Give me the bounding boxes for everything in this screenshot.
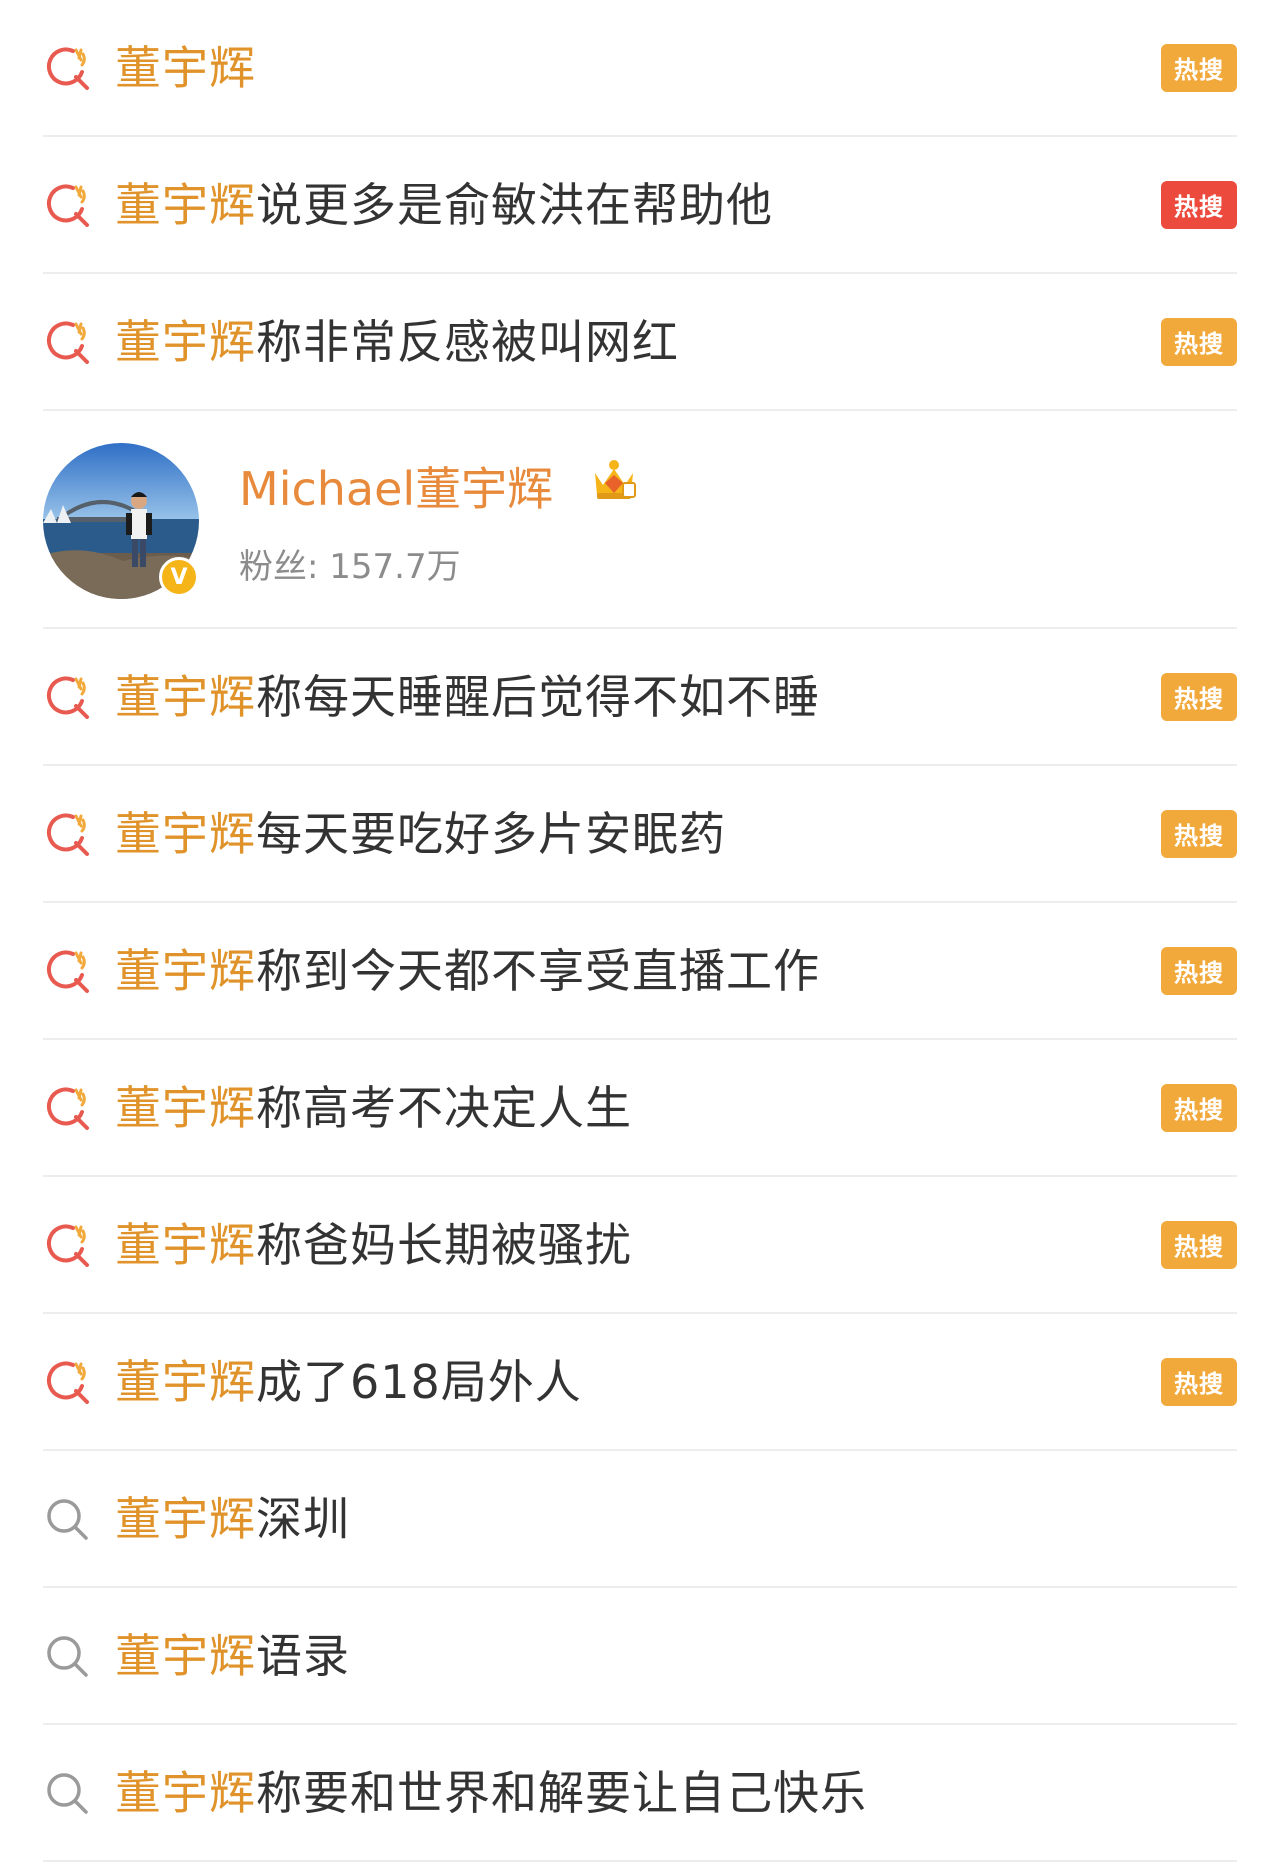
suggestion-rest: 称每天睡醒后觉得不如不睡 bbox=[256, 669, 820, 724]
search-suggestion-list: 董宇辉热搜董宇辉说更多是俞敏洪在帮助他热搜董宇辉称非常反感被叫网红热搜 bbox=[0, 0, 1280, 1862]
hot-search-icon bbox=[46, 1223, 89, 1267]
suggestion-row[interactable]: 董宇辉称到今天都不享受直播工作 热搜 bbox=[43, 903, 1237, 1040]
user-result-row[interactable]: V Michael董宇辉 粉丝: 157.7万 bbox=[43, 411, 1237, 629]
suggestion-row[interactable]: 董宇辉称要和世界和解要让自己快乐 bbox=[43, 1725, 1237, 1862]
hot-badge: 热搜 bbox=[1161, 1357, 1237, 1406]
search-icon bbox=[47, 1635, 88, 1677]
suggestion-rest: 称到今天都不享受直播工作 bbox=[256, 943, 820, 998]
suggestion-text: 董宇辉每天要吃好多片安眠药 bbox=[115, 811, 726, 857]
suggestion-rest: 每天要吃好多片安眠药 bbox=[256, 806, 726, 861]
suggestion-text: 董宇辉称高考不决定人生 bbox=[115, 1085, 632, 1131]
hot-search-icon bbox=[46, 183, 89, 227]
user-name[interactable]: Michael董宇辉 bbox=[239, 453, 553, 519]
suggestion-row[interactable]: 董宇辉称每天睡醒后觉得不如不睡 热搜 bbox=[43, 629, 1237, 766]
keyword-highlight: 董宇辉 bbox=[115, 177, 256, 232]
bottom-suggestions: 董宇辉称每天睡醒后觉得不如不睡 热搜 董宇辉每天要吃好多片安眠药 热搜 董宇辉称到今天都… bbox=[0, 629, 1280, 1862]
hot-badge: 热搜 bbox=[1161, 317, 1237, 366]
keyword-highlight: 董宇辉 bbox=[115, 806, 256, 861]
hot-search-icon bbox=[46, 1360, 89, 1404]
suggestion-rest: 称非常反感被叫网红 bbox=[256, 314, 679, 369]
suggestion-row[interactable]: 董宇辉语录 bbox=[43, 1588, 1237, 1725]
suggestion-rest: 称爸妈长期被骚扰 bbox=[256, 1217, 632, 1272]
suggestion-rest: 语录 bbox=[256, 1628, 350, 1683]
keyword-highlight: 董宇辉 bbox=[115, 1354, 256, 1409]
hot-search-icon bbox=[46, 1086, 89, 1130]
suggestion-rest: 称要和世界和解要让自己快乐 bbox=[256, 1765, 867, 1820]
suggestion-text: 董宇辉语录 bbox=[115, 1633, 350, 1679]
hot-search-icon bbox=[46, 675, 89, 719]
suggestion-text: 董宇辉称到今天都不享受直播工作 bbox=[115, 948, 820, 994]
hot-badge: 热搜 bbox=[1161, 1083, 1237, 1132]
hot-search-icon bbox=[46, 949, 89, 993]
suggestion-rest: 成了618局外人 bbox=[256, 1354, 582, 1409]
hot-badge: 热搜 bbox=[1161, 672, 1237, 721]
suggestion-row[interactable]: 董宇辉称非常反感被叫网红 热搜 bbox=[43, 274, 1237, 411]
suggestion-row[interactable]: 董宇辉说更多是俞敏洪在帮助他 热搜 bbox=[43, 137, 1237, 274]
hot-badge: 热搜 bbox=[1161, 946, 1237, 995]
keyword-highlight: 董宇辉 bbox=[115, 669, 256, 724]
hot-badge: 热搜 bbox=[1161, 43, 1237, 92]
keyword-highlight: 董宇辉 bbox=[115, 943, 256, 998]
hot-badge: 热搜 bbox=[1161, 809, 1237, 858]
search-icon bbox=[47, 1498, 88, 1540]
top-suggestions: 董宇辉 热搜 董宇辉说更多是俞敏洪在帮助他 热搜 董宇辉称非常反感被叫网红 热搜 bbox=[0, 0, 1280, 411]
suggestion-row[interactable]: 董宇辉称高考不决定人生 热搜 bbox=[43, 1040, 1237, 1177]
suggestion-row[interactable]: 董宇辉每天要吃好多片安眠药 热搜 bbox=[43, 766, 1237, 903]
fans-count: 粉丝: 157.7万 bbox=[239, 547, 461, 587]
hot-badge: 热搜 bbox=[1161, 1220, 1237, 1269]
suggestion-row[interactable]: 董宇辉成了618局外人 热搜 bbox=[43, 1314, 1237, 1451]
suggestion-row[interactable]: 董宇辉深圳 bbox=[43, 1451, 1237, 1588]
suggestion-text: 董宇辉称每天睡醒后觉得不如不睡 bbox=[115, 674, 820, 720]
keyword-highlight: 董宇辉 bbox=[115, 1765, 256, 1820]
keyword-highlight: 董宇辉 bbox=[115, 1491, 256, 1546]
keyword-highlight: 董宇辉 bbox=[115, 1080, 256, 1135]
hot-search-icon bbox=[46, 320, 89, 364]
crown-icon bbox=[595, 460, 636, 499]
suggestion-text: 董宇辉说更多是俞敏洪在帮助他 bbox=[115, 182, 773, 228]
suggestion-text: 董宇辉深圳 bbox=[115, 1496, 350, 1542]
suggestion-text: 董宇辉成了618局外人 bbox=[115, 1359, 582, 1405]
suggestion-rest: 深圳 bbox=[256, 1491, 350, 1546]
keyword-highlight: 董宇辉 bbox=[115, 1217, 256, 1272]
keyword-highlight: 董宇辉 bbox=[115, 314, 256, 369]
hot-badge: 热搜 bbox=[1161, 180, 1237, 229]
search-icon bbox=[47, 1772, 88, 1814]
suggestion-text: 董宇辉 bbox=[115, 45, 256, 91]
hot-search-icon bbox=[46, 812, 89, 856]
hot-search-icon bbox=[46, 46, 89, 90]
suggestion-rest: 说更多是俞敏洪在帮助他 bbox=[256, 177, 773, 232]
suggestion-row[interactable]: 董宇辉 热搜 bbox=[43, 0, 1237, 137]
suggestion-row[interactable]: 董宇辉称爸妈长期被骚扰 热搜 bbox=[43, 1177, 1237, 1314]
suggestion-text: 董宇辉称爸妈长期被骚扰 bbox=[115, 1222, 632, 1268]
keyword-highlight: 董宇辉 bbox=[115, 40, 256, 95]
suggestion-text: 董宇辉称要和世界和解要让自己快乐 bbox=[115, 1770, 867, 1816]
keyword-highlight: 董宇辉 bbox=[115, 1628, 256, 1683]
suggestion-text: 董宇辉称非常反感被叫网红 bbox=[115, 319, 679, 365]
verified-badge: V bbox=[159, 557, 199, 597]
suggestion-rest: 称高考不决定人生 bbox=[256, 1080, 632, 1135]
